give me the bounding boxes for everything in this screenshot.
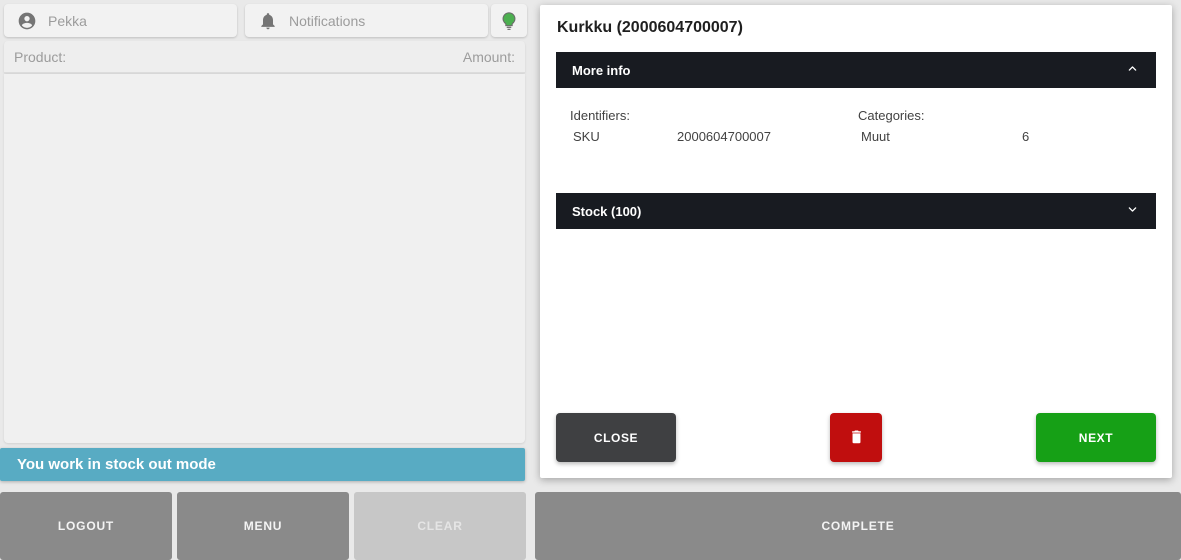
bell-icon [258,11,278,31]
stock-label: Stock (100) [572,204,641,219]
product-modal-title: Kurkku (2000604700007) [557,19,743,37]
menu-button[interactable]: MENU [177,492,349,560]
stock-accordion-header[interactable]: Stock (100) [556,193,1156,229]
next-button[interactable]: NEXT [1036,413,1156,462]
lightbulb-button[interactable] [491,4,527,37]
delete-button[interactable] [830,413,882,462]
categories-label: Categories: [858,108,924,123]
product-modal: Kurkku (2000604700007) More info Identif… [540,5,1172,478]
chevron-up-icon [1125,61,1140,79]
identifier-row: SKU 2000604700007 [573,129,771,144]
product-column-header: Product: [14,49,66,65]
account-circle-icon [17,11,37,31]
category-count: 6 [1022,129,1029,144]
identifiers-label: Identifiers: [570,108,630,123]
user-label: Pekka [48,13,87,29]
clear-button[interactable]: CLEAR [354,492,526,560]
close-button[interactable]: CLOSE [556,413,676,462]
order-list-header: Product: Amount: [4,41,525,73]
order-list-body [4,74,525,443]
lightbulb-icon [498,10,520,32]
trash-icon [847,427,866,449]
stock-mode-banner-text: You work in stock out mode [17,456,216,473]
logout-button[interactable]: LOGOUT [0,492,172,560]
stock-mode-banner: You work in stock out mode [0,448,525,481]
amount-column-header: Amount: [463,49,515,65]
identifier-value: 2000604700007 [677,129,771,144]
category-row: Muut 6 [861,129,1029,144]
identifier-key: SKU [573,129,677,144]
notifications-label: Notifications [289,13,365,29]
more-info-label: More info [572,63,631,78]
chevron-down-icon [1125,202,1140,220]
more-info-accordion-header[interactable]: More info [556,52,1156,88]
complete-button[interactable]: COMPLETE [535,492,1181,560]
user-button[interactable]: Pekka [4,4,237,37]
app-window: Pekka Notifications Product: Amount: You… [0,0,1181,560]
notifications-button[interactable]: Notifications [245,4,488,37]
category-name: Muut [861,129,1022,144]
